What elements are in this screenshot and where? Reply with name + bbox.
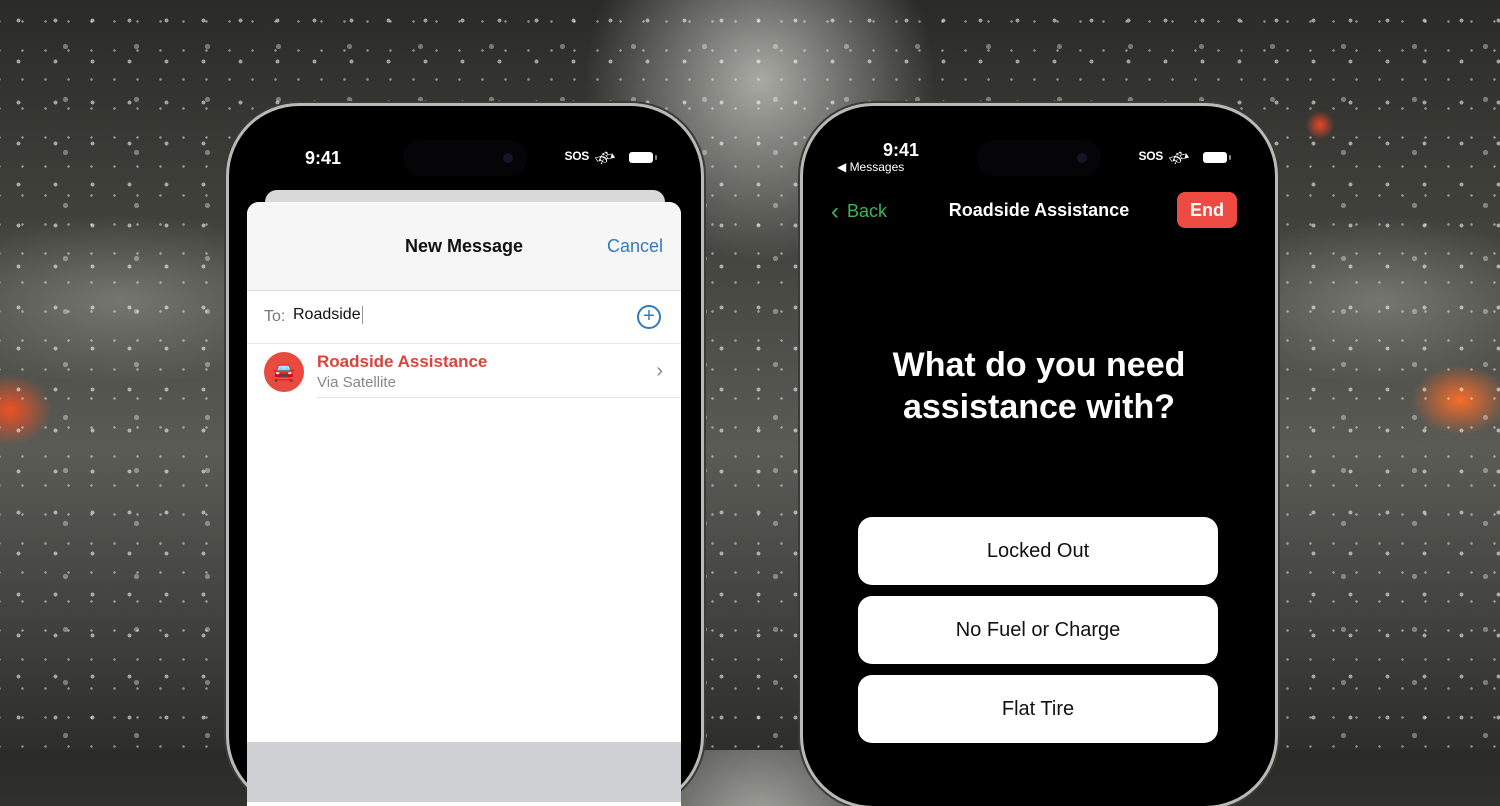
recipient-value: Roadside: [293, 306, 361, 324]
rain-background: [0, 0, 1500, 750]
to-field-row: To: Roadside +: [247, 291, 681, 344]
option-locked-out[interactable]: Locked Out: [858, 517, 1218, 585]
text-cursor: [361, 306, 363, 324]
sos-indicator: SOS: [1138, 149, 1164, 163]
end-button[interactable]: End: [1177, 192, 1237, 228]
chevron-right-icon: ›: [656, 360, 663, 382]
car-satellite-icon: 🚘: [264, 352, 304, 392]
question-heading: What do you need assistance with?: [892, 346, 1186, 426]
battery-icon: [1203, 152, 1231, 163]
suggestion-name: Roadside Assistance: [317, 352, 488, 371]
phone-roadside-assistance: 9:41 ◀ Messages SOS 🛰 ‹ Back Roadside Ass…: [803, 106, 1275, 806]
new-message-sheet: New Message Cancel To: Roadside + 🚘 Road…: [247, 202, 681, 806]
status-bar: 9:41 ◀ Messages SOS 🛰: [803, 140, 1275, 174]
status-bar: 9:41 SOS 🛰: [229, 145, 701, 172]
sos-indicator: SOS: [564, 149, 590, 163]
status-time: 9:41: [305, 148, 342, 168]
option-no-fuel-or-charge[interactable]: No Fuel or Charge: [858, 596, 1218, 664]
battery-icon: [629, 152, 657, 163]
recipient-input[interactable]: Roadside: [293, 306, 593, 324]
to-label: To:: [264, 308, 286, 325]
recipient-suggestion[interactable]: 🚘 Roadside Assistance Via Satellite ›: [247, 344, 681, 398]
divider: [317, 397, 681, 398]
keyboard-top-edge: [247, 742, 681, 802]
option-flat-tire[interactable]: Flat Tire: [858, 675, 1218, 743]
navigation-bar: ‹ Back Roadside Assistance End: [803, 192, 1275, 228]
back-to-messages-link[interactable]: ◀ Messages: [837, 160, 904, 174]
cancel-button[interactable]: Cancel: [607, 236, 663, 257]
satellite-icon: 🛰: [591, 145, 619, 172]
status-time: 9:41: [883, 140, 920, 160]
phone-new-message: 9:41 SOS 🛰 New Message Cancel To: Roadsi…: [229, 106, 701, 806]
plus-circle-icon[interactable]: +: [637, 305, 661, 329]
sheet-header: New Message Cancel: [247, 202, 681, 291]
suggestion-subtitle: Via Satellite: [317, 374, 396, 391]
satellite-icon: 🛰: [1165, 145, 1193, 172]
